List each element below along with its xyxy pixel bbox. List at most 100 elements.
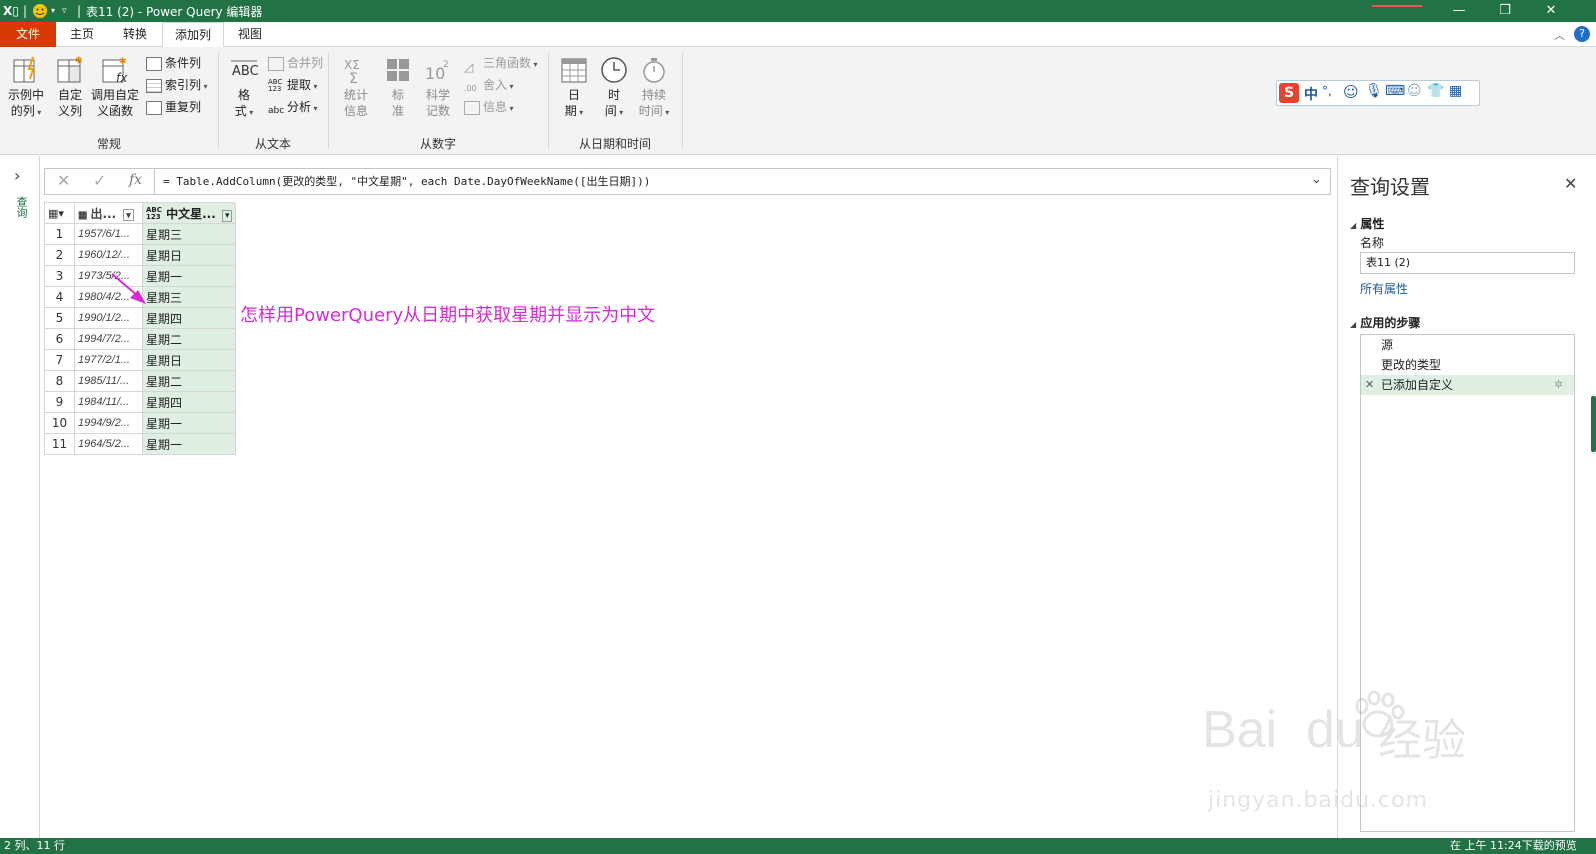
table-row[interactable]: 1 1957/6/1... 星期三	[44, 223, 237, 245]
restore-button[interactable]: ❐	[1482, 0, 1528, 22]
table-row[interactable]: 8 1985/11/... 星期二	[44, 370, 237, 392]
cell-weekday[interactable]: 星期一	[141, 433, 237, 455]
invoke-custom-function-button[interactable]: fx ✱ 调用自定 义函数	[90, 55, 140, 119]
duration-button[interactable]: 持续 时间 ▾	[636, 55, 672, 121]
column-header-birthdate[interactable]: ▦ 出... ▾	[74, 202, 143, 224]
parse-button[interactable]: abc 分析 ▾	[268, 97, 318, 117]
duplicate-column-button[interactable]: 重复列	[146, 97, 201, 117]
table-row[interactable]: 9 1984/11/... 星期四	[44, 391, 237, 413]
extract-button[interactable]: ABC 123 提取 ▾	[268, 75, 318, 95]
sogou-logo-icon[interactable]: S	[1279, 83, 1299, 103]
close-pane-icon[interactable]: ✕	[1564, 174, 1577, 193]
conditional-column-button[interactable]: 条件列	[146, 53, 201, 73]
smiley-feedback-icon[interactable]	[31, 3, 49, 19]
ime-punctuation[interactable]: °,	[1322, 84, 1332, 98]
user-icon[interactable]: ☺	[1407, 83, 1422, 99]
query-name-input[interactable]: 表11 (2)	[1360, 252, 1575, 274]
cell-birthdate[interactable]: 1964/5/2...	[74, 433, 143, 455]
cell-weekday[interactable]: 星期一	[141, 265, 237, 287]
step-changed-type[interactable]: 更改的类型	[1361, 355, 1574, 375]
row-number[interactable]: 9	[44, 391, 75, 413]
help-icon[interactable]: ?	[1574, 26, 1590, 42]
merge-columns-button[interactable]: 合并列	[268, 53, 323, 73]
applied-steps-section[interactable]: ◢ 应用的步骤	[1350, 314, 1420, 331]
cell-birthdate[interactable]: 1984/11/...	[74, 391, 143, 413]
cell-weekday[interactable]: 星期日	[141, 349, 237, 371]
custom-column-button[interactable]: ✱ 自定 义列	[52, 55, 88, 119]
cell-weekday[interactable]: 星期四	[141, 307, 237, 329]
trigonometry-button[interactable]: ◿ 三角函数 ▾	[464, 53, 538, 74]
step-settings-gear-icon[interactable]: ✲	[1554, 375, 1563, 395]
tab-view[interactable]: 视图	[224, 22, 276, 47]
table-row[interactable]: 7 1977/2/1... 星期日	[44, 349, 237, 371]
table-icon[interactable]: ▦▾	[48, 207, 64, 220]
emoji-icon[interactable]: ☺	[1343, 83, 1359, 101]
ime-language[interactable]: 中	[1304, 84, 1318, 104]
cell-birthdate[interactable]: 1960/12/...	[74, 244, 143, 266]
table-row[interactable]: 5 1990/1/2... 星期四	[44, 307, 237, 329]
table-row[interactable]: 2 1960/12/... 星期日	[44, 244, 237, 266]
fx-icon[interactable]: fx	[129, 172, 142, 188]
formula-input[interactable]: = Table.AddColumn(更改的类型, "中文星期", each Da…	[163, 173, 650, 189]
microphone-icon[interactable]: 🎙	[1365, 83, 1383, 99]
skin-shirt-icon[interactable]: 👕	[1427, 83, 1444, 99]
time-button[interactable]: 时 间 ▾	[596, 55, 632, 121]
any-type-icon[interactable]: ABC 123	[146, 207, 162, 221]
table-row[interactable]: 10 1994/9/2... 星期一	[44, 412, 237, 434]
cell-birthdate[interactable]: 1994/7/2...	[74, 328, 143, 350]
cell-birthdate[interactable]: 1985/11/...	[74, 370, 143, 392]
cell-weekday[interactable]: 星期四	[141, 391, 237, 413]
cell-birthdate[interactable]: 1977/2/1...	[74, 349, 143, 371]
column-header-chinese-weekday[interactable]: ABC 123 中文星... ▾	[141, 202, 237, 224]
cancel-icon[interactable]: ✕	[57, 171, 70, 190]
properties-section[interactable]: ◢ 属性	[1350, 215, 1384, 232]
cell-weekday[interactable]: 星期二	[141, 370, 237, 392]
cell-birthdate[interactable]: 1990/1/2...	[74, 307, 143, 329]
row-number[interactable]: 10	[44, 412, 75, 434]
all-properties-link[interactable]: 所有属性	[1360, 280, 1408, 297]
chevron-down-icon[interactable]: ▾	[51, 3, 55, 19]
close-button[interactable]: ✕	[1528, 0, 1574, 22]
rounding-button[interactable]: .00 舍入 ▾	[464, 75, 514, 95]
statistics-button[interactable]: XΣ Σ 统计 信息	[336, 55, 376, 119]
format-button[interactable]: ABC 格 式 ▾	[224, 55, 264, 121]
date-button[interactable]: 日 期 ▾	[556, 55, 592, 121]
standard-button[interactable]: 标 准	[382, 55, 414, 119]
row-number[interactable]: 11	[44, 433, 75, 455]
ime-toolbar[interactable]: S 中 °, ☺ 🎙 ⌨ ☺ 👕 ▦	[1276, 80, 1480, 106]
step-source[interactable]: 源	[1361, 335, 1574, 355]
index-column-button[interactable]: 索引列 ▾	[146, 75, 208, 95]
cell-weekday[interactable]: 星期日	[141, 244, 237, 266]
row-number[interactable]: 4	[44, 286, 75, 308]
cell-weekday[interactable]: 星期二	[141, 328, 237, 350]
table-row[interactable]: 11 1964/5/2... 星期一	[44, 433, 237, 455]
delete-step-icon[interactable]: ✕	[1365, 375, 1374, 395]
cell-weekday[interactable]: 星期三	[141, 223, 237, 245]
expand-queries-chevron-icon[interactable]: ›	[14, 166, 20, 185]
tab-add-column[interactable]: 添加列	[162, 22, 224, 48]
queries-label[interactable]: 查询	[13, 196, 29, 218]
collapse-ribbon-icon[interactable]: ︿	[1554, 27, 1565, 43]
cell-birthdate[interactable]: 1994/9/2...	[74, 412, 143, 434]
information-button[interactable]: 信息 ▾	[464, 97, 514, 117]
table-row[interactable]: 6 1994/7/2... 星期二	[44, 328, 237, 350]
keyboard-icon[interactable]: ⌨	[1385, 83, 1405, 99]
expand-formula-chevron-icon[interactable]: ⌄	[1311, 172, 1322, 187]
tab-file[interactable]: 文件	[0, 22, 56, 47]
scroll-indicator[interactable]	[1591, 396, 1596, 452]
cell-weekday[interactable]: 星期一	[141, 412, 237, 434]
scientific-button[interactable]: 10 2 科学 记数	[420, 55, 456, 119]
cell-weekday[interactable]: 星期三	[141, 286, 237, 308]
filter-dropdown-icon[interactable]: ▾	[123, 208, 134, 221]
date-type-icon[interactable]: ▦	[78, 210, 87, 221]
row-number[interactable]: 2	[44, 244, 75, 266]
row-number[interactable]: 1	[44, 223, 75, 245]
customize-qat-icon[interactable]: ▿	[62, 3, 67, 19]
step-added-custom[interactable]: ✕ 已添加自定义 ✲	[1361, 375, 1574, 395]
toolbox-grid-icon[interactable]: ▦	[1449, 83, 1462, 99]
tab-home[interactable]: 主页	[56, 22, 108, 47]
table-menu[interactable]: ▦▾	[44, 202, 75, 224]
row-number[interactable]: 3	[44, 265, 75, 287]
cell-birthdate[interactable]: 1957/6/1...	[74, 223, 143, 245]
tab-transform[interactable]: 转换	[108, 22, 162, 47]
